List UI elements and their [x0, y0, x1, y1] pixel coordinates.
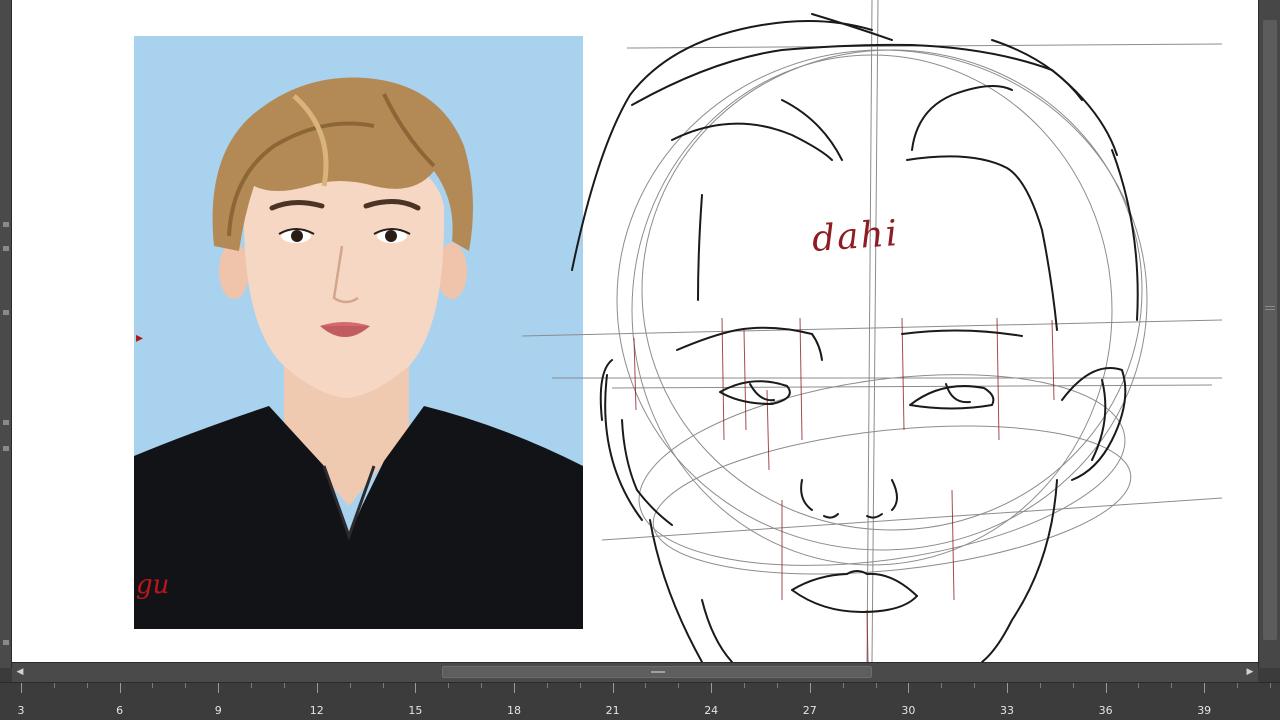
ruler-minor-tick [152, 683, 154, 688]
ruler-minor-tick [53, 683, 55, 688]
horizontal-scrollbar[interactable]: ◀ ▶ [12, 662, 1258, 682]
panel-tick [3, 310, 9, 315]
ruler-major-tick [1204, 683, 1206, 693]
panel-tick [3, 640, 9, 645]
ruler-minor-tick [645, 683, 647, 688]
ruler-minor-tick [185, 683, 187, 688]
ruler-minor-tick [349, 683, 351, 688]
ruler-minor-tick [546, 683, 548, 688]
panel-tick [3, 420, 9, 425]
ruler-minor-tick [1171, 683, 1173, 688]
ruler-major-tick [415, 683, 417, 693]
ruler-minor-tick [251, 683, 253, 688]
ruler-major-tick [21, 683, 22, 693]
scroll-left-icon[interactable]: ◀ [14, 666, 26, 678]
ruler-minor-tick [283, 683, 285, 688]
scroll-grip [1265, 306, 1275, 307]
ruler-label: 39 [1197, 704, 1212, 717]
panel-tick [3, 222, 9, 227]
left-panel-edge [0, 0, 12, 668]
scroll-right-icon[interactable]: ▶ [1244, 666, 1256, 678]
ruler-label: 30 [901, 704, 916, 717]
ruler-label: 18 [507, 704, 521, 717]
ruler-minor-tick [448, 683, 450, 688]
ruler-major-tick [514, 683, 515, 693]
ruler-major-tick [316, 683, 318, 693]
panel-tick [3, 246, 9, 251]
ruler-minor-tick [744, 683, 746, 688]
ruler-label: 21 [605, 704, 620, 717]
ruler-minor-tick [579, 683, 581, 688]
ruler-label: 6 [116, 704, 124, 717]
ruler-label: 36 [1098, 704, 1113, 717]
ruler-minor-tick [678, 683, 680, 688]
ruler-major-tick [711, 683, 713, 693]
ruler-minor-tick [1039, 683, 1041, 688]
ruler-minor-tick [1138, 683, 1140, 688]
ruler-label: 15 [408, 704, 423, 717]
ruler-minor-tick [1237, 683, 1239, 688]
face-sketch [521, 0, 1223, 662]
ruler-major-tick [612, 683, 614, 693]
ruler-minor-tick [875, 683, 877, 688]
ruler-major-tick [908, 683, 910, 693]
ruler-major-tick [809, 683, 811, 693]
ruler-minor-tick [842, 683, 844, 688]
ruler-minor-tick [776, 683, 778, 688]
ruler-minor-tick [941, 683, 943, 688]
scroll-grip [1265, 309, 1275, 310]
ruler-minor-tick [1269, 683, 1271, 688]
ruler-label: 33 [1000, 704, 1014, 717]
vertical-scrollbar[interactable] [1258, 0, 1280, 668]
ruler-label: 3 [17, 704, 25, 717]
panel-tick [3, 446, 9, 451]
ruler-major-tick [119, 683, 121, 693]
ruler-label: 12 [309, 704, 324, 717]
horizontal-scroll-thumb[interactable] [442, 666, 872, 678]
ruler-major-tick [218, 683, 220, 693]
ruler-minor-tick [382, 683, 384, 688]
ruler-minor-tick [481, 683, 483, 688]
forehead-annotation: dahi [810, 213, 901, 260]
horizontal-ruler: 3 6 9 12 15 18 21 24 27 30 33 36 39 [0, 682, 1280, 720]
ruler-label: 24 [704, 704, 719, 717]
ruler-minor-tick [1072, 683, 1074, 688]
ruler-major-tick [1105, 683, 1107, 693]
vertical-scroll-thumb[interactable] [1263, 20, 1277, 640]
scroll-grip [651, 671, 665, 673]
ruler-label: 27 [802, 704, 817, 717]
ruler-minor-tick [974, 683, 976, 688]
ruler-minor-tick [86, 683, 88, 688]
ruler-major-tick [1007, 683, 1008, 693]
drawing-canvas[interactable]: ▸ gu dahi [12, 0, 1258, 662]
ruler-label: 9 [214, 704, 222, 717]
